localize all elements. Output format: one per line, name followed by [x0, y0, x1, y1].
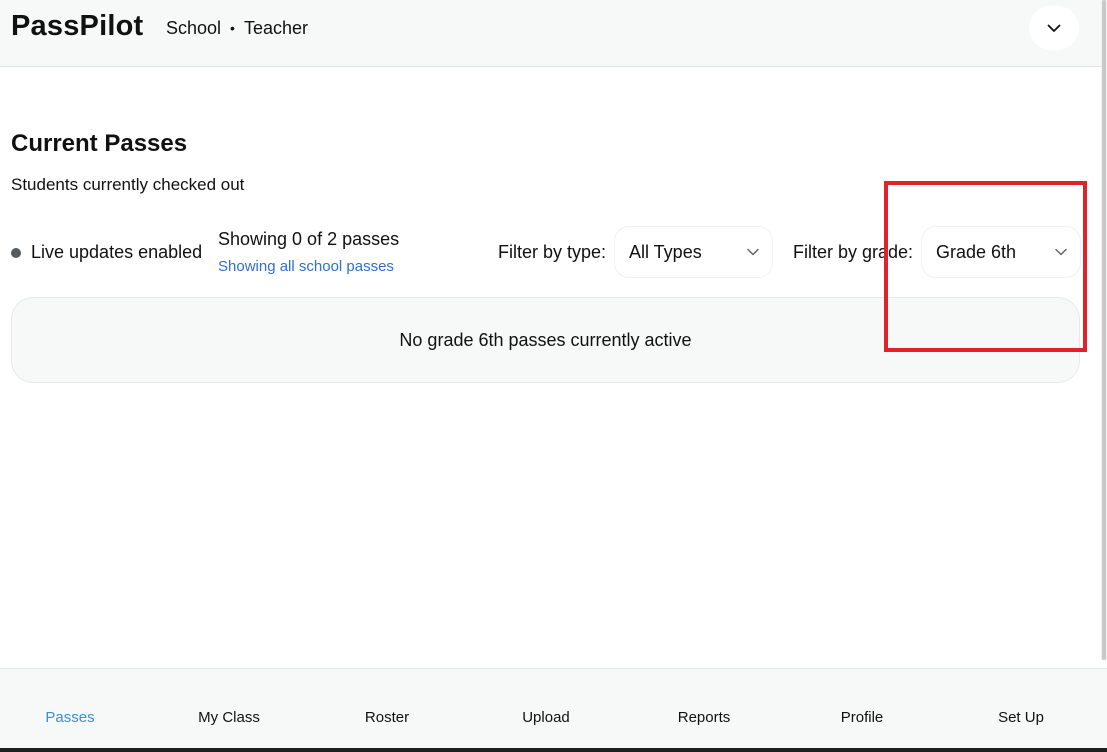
pass-count-text: Showing 0 of 2 passes: [218, 229, 400, 249]
school-name: School: [166, 18, 222, 38]
empty-passes-card: No grade 6th passes currently active: [11, 297, 1080, 383]
filter-type-value: All Types: [629, 241, 702, 262]
filter-grade-value: Grade 6th: [936, 241, 1017, 262]
nav-upload[interactable]: Upload: [522, 709, 570, 726]
live-indicator-dot: [11, 247, 21, 258]
nav-roster[interactable]: Roster: [365, 709, 409, 726]
app-logo[interactable]: PassPilot: [11, 10, 143, 43]
nav-profile[interactable]: Profile: [841, 709, 884, 726]
filter-type-label: Filter by type:: [498, 242, 607, 262]
filter-grade-select[interactable]: Grade 6th: [922, 227, 1080, 277]
chevron-down-icon: [734, 248, 772, 256]
nav-passes[interactable]: Passes: [45, 709, 94, 726]
filter-grade-label: Filter by grade:: [793, 242, 914, 262]
empty-state-message: No grade 6th passes currently active: [399, 329, 692, 350]
scrollbar-thumb[interactable]: [1102, 0, 1106, 660]
account-menu-button[interactable]: [1029, 6, 1079, 50]
page-scrollbar[interactable]: [1101, 0, 1107, 660]
bottom-nav: Passes My Class Roster Upload Reports Pr…: [0, 668, 1107, 748]
nav-my-class[interactable]: My Class: [198, 709, 260, 726]
live-status-label: Live updates enabled: [31, 242, 203, 262]
show-all-passes-link[interactable]: Showing all school passes: [218, 258, 394, 275]
user-context: School • Teacher: [166, 18, 308, 39]
nav-reports[interactable]: Reports: [678, 709, 731, 726]
live-status: Live updates enabled: [11, 242, 202, 263]
window-bottom-edge: [0, 748, 1107, 752]
user-role: Teacher: [243, 18, 308, 38]
chevron-down-icon: [1047, 24, 1061, 32]
top-header: PassPilot School • Teacher: [0, 0, 1101, 67]
app-root: PassPilot School • Teacher Current Passes …: [0, 0, 1107, 752]
filter-type-select[interactable]: All Types: [615, 227, 772, 277]
page-title: Current Passes: [11, 130, 188, 157]
nav-set-up[interactable]: Set Up: [998, 709, 1044, 726]
chevron-down-icon: [1042, 248, 1080, 256]
page-subtitle: Students currently checked out: [11, 175, 245, 194]
context-separator: •: [230, 20, 235, 36]
